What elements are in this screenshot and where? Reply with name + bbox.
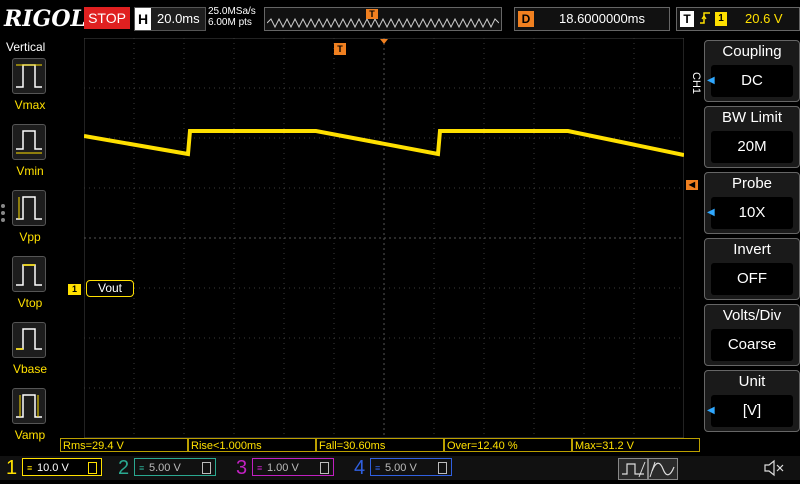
vbase-icon: [12, 322, 46, 358]
vpp-icon: [12, 190, 46, 226]
measurement-readout[interactable]: Fall=30.60ms: [316, 438, 444, 452]
sample-rate: 25.0MSa/s: [208, 6, 256, 17]
trigger-level-marker[interactable]: ◀: [686, 180, 698, 190]
unit-value: [V]: [711, 395, 793, 427]
probe-button[interactable]: Probe 10X ◀: [704, 172, 800, 234]
invert-button[interactable]: Invert OFF: [704, 238, 800, 300]
volts-div-title: Volts/Div: [722, 307, 782, 324]
vamp-label: Vamp: [14, 428, 46, 442]
ch1-probe-icon: [88, 462, 97, 474]
trigger-display[interactable]: T 1 20.6 V: [676, 7, 800, 31]
speaker-mute-icon[interactable]: [762, 458, 786, 478]
ch2-scale: 5.00 V: [149, 462, 181, 474]
measurement-results: Rms=29.4 V Rise<1.000ms Fall=30.60ms Ove…: [60, 438, 700, 452]
horizontal-timebase[interactable]: H 20.0ms: [134, 7, 206, 31]
bw-limit-button[interactable]: BW Limit 20M: [704, 106, 800, 168]
waveform-label[interactable]: Vout: [86, 280, 134, 297]
math-icon: [622, 461, 646, 478]
probe-title: Probe: [731, 175, 773, 192]
ch2-scale-box[interactable]: ≡ 5.00 V: [134, 458, 216, 476]
coupling-value: DC: [711, 65, 793, 97]
memory-position-bar[interactable]: T: [264, 7, 502, 31]
delay-tag: D: [518, 11, 534, 27]
channel-menu: Coupling DC ◀ BW Limit 20M Probe 10X ◀ I…: [704, 38, 800, 438]
acquisition-info: 25.0MSa/s 6.00M pts: [208, 6, 256, 28]
horizontal-tag: H: [135, 8, 151, 30]
measure-category: Vertical: [6, 40, 46, 54]
bw-limit-title: BW Limit: [722, 109, 782, 126]
measurement-readout[interactable]: Rms=29.4 V: [60, 438, 188, 452]
ch4-coupling-icon: ≡: [375, 463, 381, 473]
waveform-display[interactable]: [84, 38, 684, 438]
ch3-scale-box[interactable]: ≡ 1.00 V: [252, 458, 334, 476]
ch1-scale: 10.0 V: [37, 462, 69, 474]
delay-display[interactable]: D 18.6000000ms: [514, 7, 670, 31]
left-panel-dots: [1, 204, 7, 225]
delay-value: 18.6000000ms: [559, 11, 646, 26]
cycle-arrow-icon: ◀: [707, 207, 715, 218]
unit-button[interactable]: Unit [V] ◀: [704, 370, 800, 432]
cycle-arrow-icon: ◀: [707, 405, 715, 416]
memory-depth: 6.00M pts: [208, 17, 252, 28]
ref-wave-icon: [649, 461, 675, 478]
invert-value: OFF: [711, 263, 793, 295]
vamp-icon: [12, 388, 46, 424]
trigger-level: 20.6 V: [745, 11, 783, 26]
ch3-probe-icon: [320, 462, 329, 474]
measurement-readout[interactable]: Over=12.40 %: [444, 438, 572, 452]
vmax-label: Vmax: [14, 98, 46, 112]
measurement-readout[interactable]: Rise<1.000ms: [188, 438, 316, 452]
coupling-title: Coupling: [722, 43, 782, 60]
memory-trigger-marker: T: [366, 9, 378, 19]
probe-value: 10X: [711, 197, 793, 229]
ch1-offset-marker[interactable]: 1: [68, 284, 81, 295]
run-stop-indicator[interactable]: STOP: [84, 7, 130, 29]
trigger-tag: T: [680, 11, 694, 27]
unit-title: Unit: [738, 373, 766, 390]
rising-edge-icon: [700, 12, 710, 24]
vtop-label: Vtop: [17, 296, 43, 310]
math-button[interactable]: [618, 458, 648, 480]
ch4-scale: 5.00 V: [385, 462, 417, 474]
ch3-coupling-icon: ≡: [257, 463, 263, 473]
ch4-probe-icon: [438, 462, 447, 474]
vpp-label: Vpp: [19, 230, 41, 244]
ch1-scale-box[interactable]: ≡ 10.0 V: [22, 458, 102, 476]
timebase-value: 20.0ms: [157, 11, 200, 26]
ch4-number[interactable]: 4: [354, 457, 365, 479]
ch2-coupling-icon: ≡: [139, 463, 145, 473]
ch3-number[interactable]: 3: [236, 457, 247, 479]
vtop-icon: [12, 256, 46, 292]
invert-title: Invert: [733, 241, 771, 258]
vmin-icon: [12, 124, 46, 160]
vmin-label: Vmin: [16, 164, 44, 178]
ch4-scale-box[interactable]: ≡ 5.00 V: [370, 458, 452, 476]
measurement-readout[interactable]: Max=31.2 V: [572, 438, 700, 452]
top-status-bar: RIGOL STOP H 20.0ms 25.0MSa/s 6.00M pts …: [0, 0, 800, 36]
volts-div-button[interactable]: Volts/Div Coarse: [704, 304, 800, 366]
trigger-source: 1: [715, 12, 727, 26]
menu-channel-label: CH1: [690, 72, 702, 95]
ref-button[interactable]: [648, 458, 678, 480]
ch1-number[interactable]: 1: [6, 457, 17, 479]
channel-bar: 1 ≡ 10.0 V 2 ≡ 5.00 V 3 ≡ 1.00 V 4 ≡ 5.0…: [0, 456, 800, 480]
brand-logo: RIGOL: [4, 6, 86, 32]
vbase-label: Vbase: [12, 362, 48, 376]
cycle-arrow-icon: ◀: [707, 75, 715, 86]
vmax-icon: [12, 58, 46, 94]
ch3-scale: 1.00 V: [267, 462, 299, 474]
bw-limit-value: 20M: [711, 131, 793, 163]
memory-waveform-icon: [267, 18, 499, 28]
ch2-number[interactable]: 2: [118, 457, 129, 479]
trigger-position-marker[interactable]: T: [334, 43, 346, 55]
coupling-button[interactable]: Coupling DC ◀: [704, 40, 800, 102]
ch2-probe-icon: [202, 462, 211, 474]
volts-div-value: Coarse: [711, 329, 793, 361]
ch1-coupling-icon: ≡: [27, 463, 33, 473]
